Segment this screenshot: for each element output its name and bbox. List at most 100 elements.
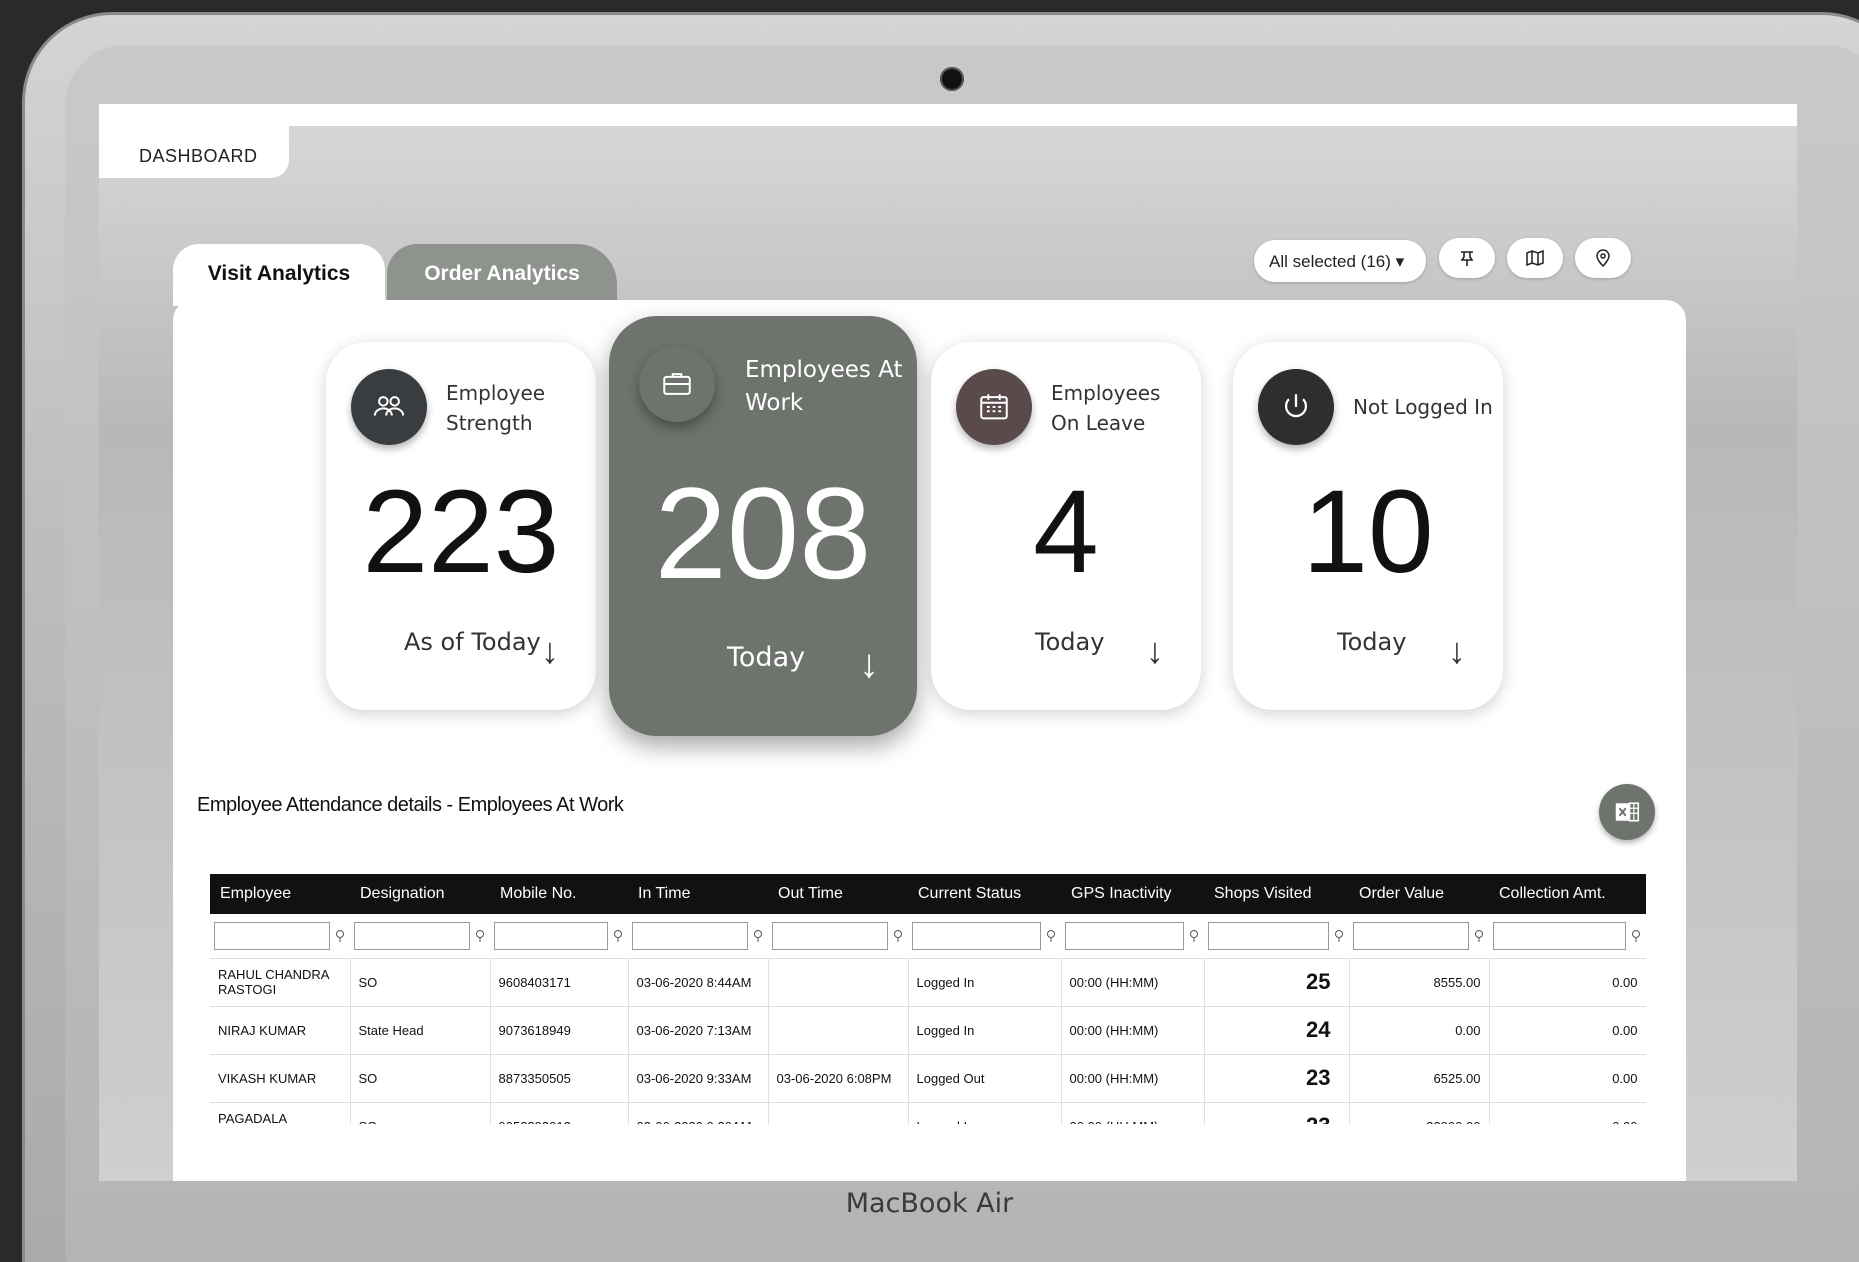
tab-order-analytics[interactable]: Order Analytics	[387, 244, 617, 306]
column-filter-input[interactable]	[354, 921, 470, 950]
filter-icon[interactable]	[612, 929, 624, 943]
card-label-line1: Employee	[446, 381, 546, 405]
filter-icon[interactable]	[1188, 929, 1200, 943]
card-label-line2: Work	[745, 390, 804, 416]
column-header[interactable]: Shops Visited	[1204, 874, 1349, 914]
excel-export-button[interactable]	[1599, 784, 1655, 840]
cell-in-time: 03-06-2020 9:20AM	[628, 1102, 769, 1124]
cell-collection-amt: 0.00	[1489, 1102, 1646, 1124]
cell-mobile: 8873350505	[490, 1054, 629, 1103]
cell-out-time	[768, 958, 909, 1007]
column-header[interactable]: Designation	[350, 874, 490, 914]
column-filter-input[interactable]	[214, 921, 330, 950]
location-icon	[1596, 249, 1610, 268]
card-value: 208	[654, 460, 872, 606]
arrow-down-icon[interactable]: ↓	[1448, 630, 1466, 672]
table-filter-row	[210, 914, 1646, 959]
power-icon	[1258, 369, 1334, 445]
column-header[interactable]: Employee	[210, 874, 350, 914]
column-header[interactable]: GPS Inactivity	[1061, 874, 1204, 914]
column-header[interactable]: Collection Amt.	[1489, 874, 1646, 914]
filter-icon[interactable]	[892, 929, 904, 943]
cell-shops-visited: 23	[1204, 1102, 1350, 1124]
location-button[interactable]	[1575, 238, 1631, 278]
column-header[interactable]: Mobile No.	[490, 874, 628, 914]
map-button[interactable]	[1507, 238, 1563, 278]
column-header[interactable]: Current Status	[908, 874, 1061, 914]
cell-in-time: 03-06-2020 9:33AM	[628, 1054, 769, 1103]
people-icon	[351, 369, 427, 445]
arrow-down-icon[interactable]: ↓	[1146, 630, 1164, 672]
card-employees-at-work[interactable]: Employees At Work 208 Today ↓	[609, 316, 917, 736]
card-not-logged-in[interactable]: Not Logged In 10 Today ↓	[1233, 342, 1503, 710]
cell-in-time: 03-06-2020 8:44AM	[628, 958, 769, 1007]
dashboard-tab[interactable]: DASHBOARD	[99, 126, 289, 178]
map-icon	[1526, 249, 1544, 267]
card-label-line1: Employees	[1051, 381, 1161, 405]
cell-shops-visited: 23	[1204, 1054, 1350, 1103]
arrow-down-icon[interactable]: ↓	[541, 630, 559, 672]
cell-status: Logged Out	[908, 1054, 1062, 1103]
card-period: Today	[727, 642, 806, 673]
excel-export-icon	[1615, 802, 1640, 822]
cell-mobile: 9608403171	[490, 958, 629, 1007]
arrow-down-icon[interactable]: ↓	[859, 642, 879, 687]
cell-out-time	[768, 1102, 909, 1124]
cell-gps-inactivity: 00:00 (HH:MM)	[1061, 1102, 1205, 1124]
filter-icon[interactable]	[334, 929, 346, 943]
table-header-row: Employee Designation Mobile No. In Time …	[210, 874, 1646, 914]
table-row[interactable]: VIKASH KUMAR SO 8873350505 03-06-2020 9:…	[210, 1054, 1646, 1103]
device-brand: MacBook Air	[845, 1188, 1014, 1219]
filter-icon[interactable]	[1333, 929, 1345, 943]
card-label-line1: Not Logged In	[1353, 395, 1493, 419]
card-employee-strength[interactable]: Employee Strength 223 As of Today ↓	[326, 342, 596, 710]
cell-designation: SO	[350, 1054, 491, 1103]
card-label-line1: Employees At	[745, 357, 903, 383]
filter-icon[interactable]	[474, 929, 486, 943]
cell-order-value: 6525.00	[1349, 1054, 1490, 1103]
table-row[interactable]: RAHUL CHANDRA RASTOGI SO 9608403171 03-0…	[210, 958, 1646, 1007]
cell-gps-inactivity: 00:00 (HH:MM)	[1061, 1054, 1205, 1103]
column-filter-input[interactable]	[912, 921, 1041, 950]
column-filter-input[interactable]	[1493, 921, 1626, 950]
card-value: 10	[1302, 466, 1434, 598]
column-filter-input[interactable]	[494, 921, 608, 950]
pin-filter-icon	[1460, 251, 1474, 266]
cell-designation: SO	[350, 1102, 491, 1124]
column-header[interactable]: Out Time	[768, 874, 908, 914]
cell-out-time	[768, 1006, 909, 1055]
column-header[interactable]: Order Value	[1349, 874, 1489, 914]
employee-filter-select[interactable]: All selected (16) ▾	[1254, 240, 1426, 282]
column-filter-input[interactable]	[1353, 921, 1469, 950]
column-filter-input[interactable]	[1208, 921, 1329, 950]
cell-designation: State Head	[350, 1006, 491, 1055]
cell-order-value: 32990.00	[1349, 1102, 1490, 1124]
cell-collection-amt: 0.00	[1489, 1006, 1646, 1055]
cell-employee: NIRAJ KUMAR	[210, 1006, 351, 1055]
filter-icon[interactable]	[752, 929, 764, 943]
card-period: Today	[1035, 628, 1105, 656]
card-employees-on-leave[interactable]: Employees On Leave 4 Today ↓	[931, 342, 1201, 710]
table-row[interactable]: NIRAJ KUMAR State Head 9073618949 03-06-…	[210, 1006, 1646, 1055]
column-header[interactable]: In Time	[628, 874, 768, 914]
card-value: 4	[1033, 466, 1099, 598]
cell-in-time: 03-06-2020 7:13AM	[628, 1006, 769, 1055]
tab-visit-analytics[interactable]: Visit Analytics	[173, 244, 385, 306]
filter-icon[interactable]	[1630, 929, 1642, 943]
cell-shops-visited: 25	[1204, 958, 1350, 1007]
column-filter-input[interactable]	[772, 921, 888, 950]
pin-filter-button[interactable]	[1439, 238, 1495, 278]
webcam	[940, 67, 964, 91]
table-row[interactable]: PAGADALA GANESH SO 9052292012 03-06-2020…	[210, 1102, 1646, 1124]
card-label-line2: On Leave	[1051, 411, 1146, 435]
top-bar	[99, 104, 1797, 126]
cell-out-time: 03-06-2020 6:08PM	[768, 1054, 909, 1103]
filter-icon[interactable]	[1473, 929, 1485, 943]
column-filter-input[interactable]	[1065, 921, 1184, 950]
column-filter-input[interactable]	[632, 921, 748, 950]
cell-gps-inactivity: 00:00 (HH:MM)	[1061, 958, 1205, 1007]
cell-collection-amt: 0.00	[1489, 1054, 1646, 1103]
cell-employee: VIKASH KUMAR	[210, 1054, 351, 1103]
briefcase-icon	[639, 346, 715, 422]
filter-icon[interactable]	[1045, 929, 1057, 943]
